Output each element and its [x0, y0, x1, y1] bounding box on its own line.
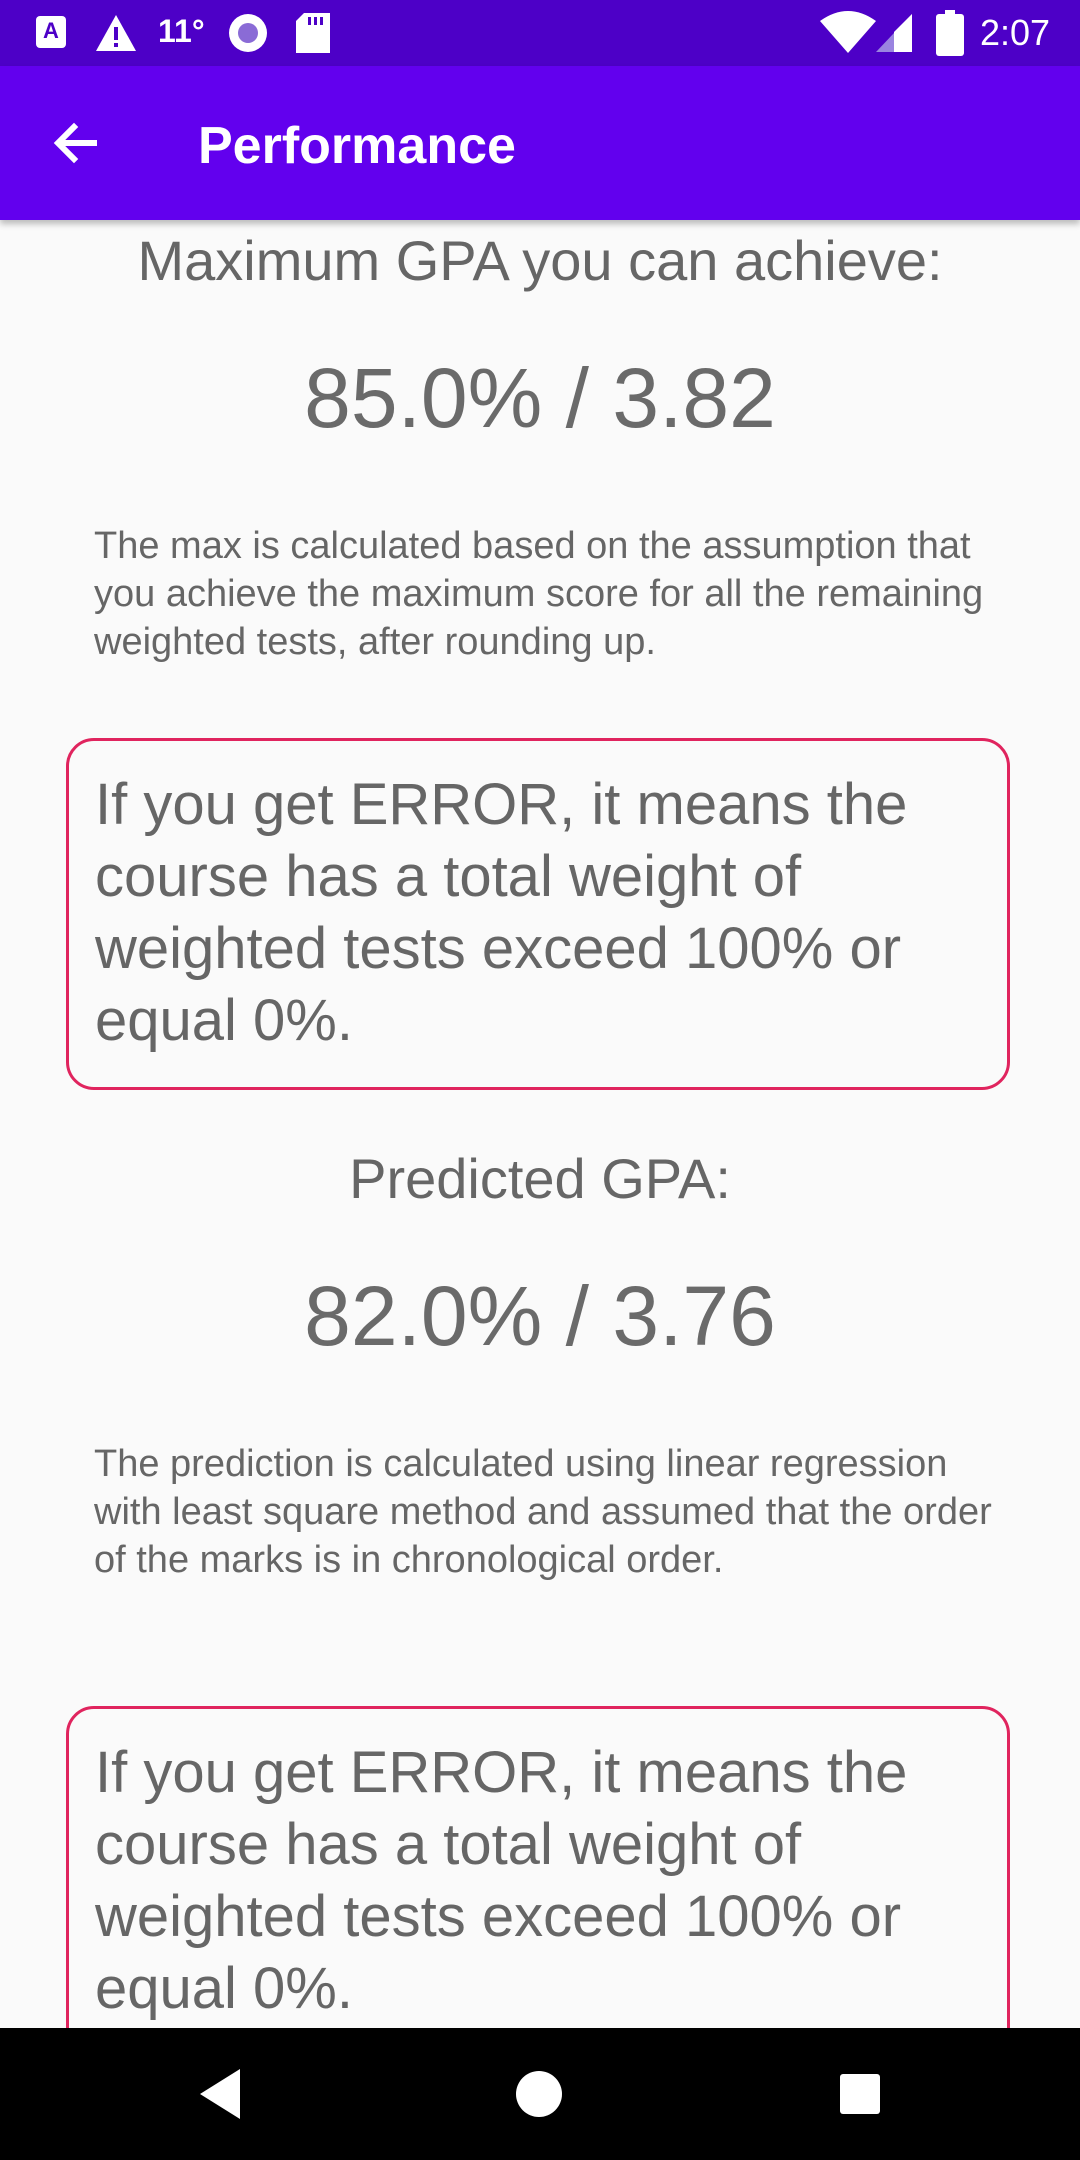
- battery-icon: [936, 10, 964, 56]
- max-gpa-value: 85.0% / 3.82: [304, 351, 776, 445]
- recents-nav-icon[interactable]: [838, 2072, 882, 2116]
- warning-icon: [96, 15, 136, 51]
- system-navigation-bar: [0, 2028, 1080, 2160]
- max-error-warning-box: If you get ERROR, it means the course ha…: [66, 738, 1010, 1090]
- circle-notification-icon: [229, 14, 267, 52]
- temperature-text: 11°: [158, 13, 205, 49]
- predicted-error-warning-box: If you get ERROR, it means the course ha…: [66, 1706, 1010, 2028]
- notification-a-icon: A: [36, 16, 66, 48]
- predicted-gpa-heading: Predicted GPA:: [349, 1147, 731, 1210]
- wifi-icon: [820, 11, 876, 53]
- predicted-gpa-value: 82.0% / 3.76: [304, 1269, 776, 1363]
- clock-text: 2:07: [980, 12, 1051, 53]
- sd-card-icon: [296, 13, 330, 53]
- max-gpa-heading: Maximum GPA you can achieve:: [137, 229, 943, 292]
- max-gpa-description: The max is calculated based on the assum…: [94, 525, 984, 663]
- app-bar: Performance: [0, 66, 1080, 220]
- cell-signal-icon: [876, 14, 912, 52]
- page-title: Performance: [198, 117, 516, 175]
- predicted-error-warning-text: If you get ERROR, it means the course ha…: [95, 1740, 908, 2021]
- home-nav-icon[interactable]: [514, 2069, 564, 2119]
- back-nav-icon[interactable]: [196, 2067, 246, 2121]
- predicted-gpa-description: The prediction is calculated using linea…: [94, 1443, 992, 1581]
- back-arrow-icon[interactable]: [46, 113, 106, 173]
- status-bar: A 11° 2:07: [0, 0, 1080, 66]
- max-error-warning-text: If you get ERROR, it means the course ha…: [95, 772, 908, 1053]
- performance-content[interactable]: Maximum GPA you can achieve: 85.0% / 3.8…: [0, 220, 1080, 2028]
